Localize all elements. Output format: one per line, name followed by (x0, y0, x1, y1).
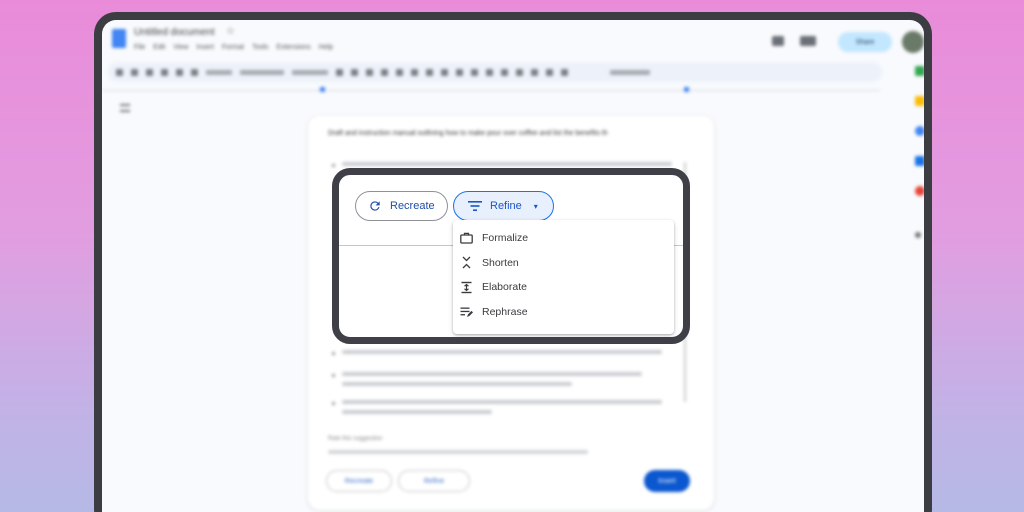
menu-format[interactable]: Format (222, 44, 244, 51)
recreate-button-blurred[interactable]: Recreate (326, 470, 392, 492)
bullet-dot (332, 402, 335, 405)
text-color-icon[interactable] (396, 68, 403, 76)
rate-suggestion-label: Rate this suggestion (328, 436, 383, 442)
font-size-icon[interactable] (336, 68, 343, 76)
search-icon[interactable] (116, 68, 123, 76)
menu-item-label: Shorten (482, 256, 519, 269)
docs-menubar: File Edit View Insert Format Tools Exten… (134, 44, 333, 51)
refine-label: Refine (423, 477, 445, 485)
comment-icon[interactable] (772, 36, 784, 46)
line-spacing-icon[interactable] (486, 68, 493, 76)
menu-extensions[interactable]: Extensions (276, 44, 310, 51)
avatar[interactable] (902, 31, 924, 53)
keep-icon[interactable] (915, 96, 924, 106)
font-select[interactable] (292, 69, 328, 75)
menu-help[interactable]: Help (319, 44, 333, 51)
clear-format-icon[interactable] (561, 68, 568, 76)
rephrase-icon (460, 307, 473, 317)
recreate-button-label: Recreate (390, 200, 435, 212)
ruler (102, 90, 880, 91)
menu-item-elaborate[interactable]: Elaborate (453, 275, 674, 300)
print-icon[interactable] (161, 68, 168, 76)
refine-button[interactable]: Refine ▾ (453, 191, 554, 221)
style-select[interactable] (240, 69, 284, 75)
blurred-text-line (342, 162, 672, 166)
refresh-icon (370, 201, 380, 211)
recreate-button[interactable]: Recreate (355, 191, 448, 221)
add-addon-icon[interactable] (915, 232, 921, 238)
align-icon[interactable] (471, 68, 478, 76)
calendar-icon[interactable] (915, 66, 924, 76)
ai-prompt-text: Draft and instruction manual outlining h… (328, 130, 608, 137)
blurred-text-line (342, 372, 642, 376)
blurred-disclaimer (328, 450, 588, 454)
menu-tools[interactable]: Tools (252, 44, 268, 51)
refine-menu-highlight: Recreate Refine ▾ Formalize Shorten Elab… (332, 168, 690, 344)
blurred-text-line (342, 400, 662, 404)
menu-item-label: Elaborate (482, 281, 527, 294)
bullet-dot (332, 374, 335, 377)
docs-logo-icon[interactable] (112, 29, 126, 48)
comment-add-icon[interactable] (441, 68, 448, 76)
blurred-text-line (342, 382, 572, 386)
menu-insert[interactable]: Insert (196, 44, 214, 51)
link-icon[interactable] (426, 68, 433, 76)
menu-item-label: Formalize (482, 232, 529, 245)
doc-title[interactable]: Untitled document (134, 27, 215, 38)
docs-toolbar (108, 62, 882, 82)
menu-file[interactable]: File (134, 44, 145, 51)
refine-dropdown-menu: Formalize Shorten Elaborate Rephrase (453, 220, 674, 334)
maps-icon[interactable] (915, 186, 924, 196)
menu-edit[interactable]: Edit (153, 44, 165, 51)
briefcase-icon (460, 233, 473, 244)
image-icon[interactable] (456, 68, 463, 76)
editing-mode-select[interactable] (610, 69, 650, 75)
chevron-down-icon: ▾ (533, 201, 538, 211)
undo-icon[interactable] (131, 68, 138, 76)
shorten-icon (462, 256, 471, 269)
ruler-left-marker[interactable] (320, 87, 325, 92)
tasks-icon[interactable] (915, 126, 924, 136)
outline-icon[interactable] (120, 104, 130, 112)
insert-label: Insert (658, 477, 676, 485)
contacts-icon[interactable] (915, 156, 924, 166)
bullet-dot (332, 352, 335, 355)
bulleted-list-icon[interactable] (516, 68, 523, 76)
menu-item-shorten[interactable]: Shorten (453, 251, 674, 276)
bullet-dot (332, 164, 335, 167)
refine-button-label: Refine (490, 200, 522, 212)
recreate-label: Recreate (344, 477, 374, 485)
indent-icon[interactable] (546, 68, 553, 76)
menu-item-label: Rephrase (482, 305, 528, 318)
menu-item-rephrase[interactable]: Rephrase (453, 300, 674, 325)
paint-format-icon[interactable] (191, 68, 198, 76)
refine-button-blurred[interactable]: Refine (398, 470, 470, 492)
meet-icon[interactable] (800, 36, 816, 46)
underline-icon[interactable] (381, 68, 388, 76)
menu-item-formalize[interactable]: Formalize (453, 226, 674, 251)
highlight-icon[interactable] (411, 68, 418, 76)
share-button[interactable]: Share (838, 32, 892, 52)
spellcheck-icon[interactable] (176, 68, 183, 76)
star-icon[interactable]: ☆ (226, 26, 235, 37)
filter-icon (468, 201, 482, 211)
insert-button[interactable]: Insert (644, 470, 690, 492)
menu-view[interactable]: View (173, 44, 188, 51)
numbered-list-icon[interactable] (531, 68, 538, 76)
share-label: Share (855, 38, 875, 46)
ruler-right-marker[interactable] (684, 87, 689, 92)
docs-topbar: Untitled document ☆ File Edit View Inser… (102, 20, 924, 64)
italic-icon[interactable] (366, 68, 373, 76)
checklist-icon[interactable] (501, 68, 508, 76)
blurred-text-line (342, 410, 492, 414)
elaborate-icon (461, 281, 472, 293)
bold-icon[interactable] (351, 68, 358, 76)
redo-icon[interactable] (146, 68, 153, 76)
blurred-text-line (342, 350, 662, 354)
zoom-select[interactable] (206, 69, 232, 75)
